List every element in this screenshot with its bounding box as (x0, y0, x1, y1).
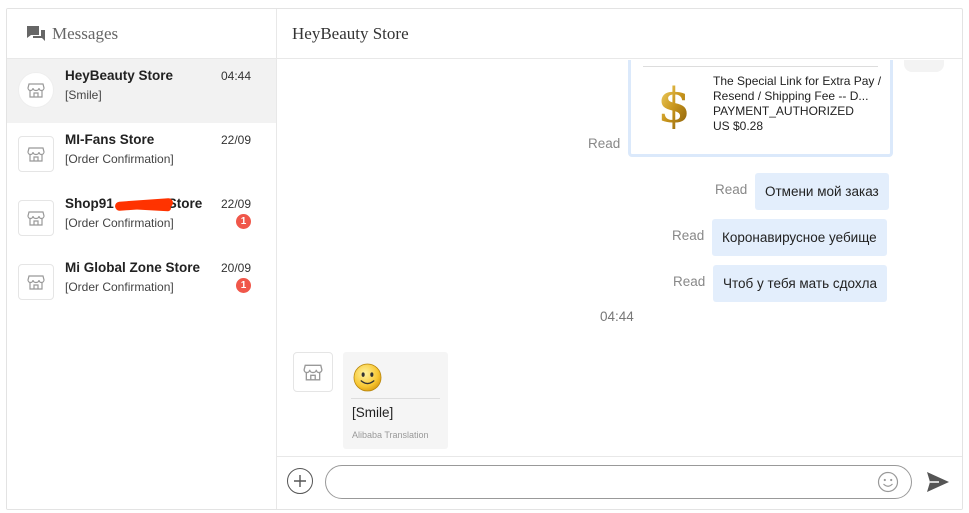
conversation-preview: [Order Confirmation] (65, 216, 174, 230)
send-icon[interactable] (925, 470, 951, 494)
store-avatar (293, 352, 333, 392)
conversation-item[interactable]: HeyBeauty Store 04:44 [Smile] (7, 59, 276, 123)
incoming-message-text: [Smile] (352, 405, 394, 420)
messenger-window: Messages HeyBeauty Store 04:44 [Smile] M… (6, 8, 963, 510)
read-receipt: Read (588, 136, 621, 151)
plus-icon (294, 475, 306, 487)
conversation-list: HeyBeauty Store 04:44 [Smile] MI-Fans St… (7, 59, 276, 315)
dollar-icon: $ (657, 78, 690, 130)
message-input[interactable] (325, 465, 912, 499)
chat-title: HeyBeauty Store (292, 23, 409, 43)
outgoing-message: Чтоб у тебя мать сдохла (713, 265, 887, 302)
add-attachment-button[interactable] (287, 468, 313, 494)
svg-text:$: $ (657, 78, 690, 130)
message-history[interactable]: Read $ The Special Link for Extra Pay / … (277, 60, 962, 456)
chat-header: HeyBeauty Store (277, 9, 962, 59)
read-receipt: Read (672, 228, 705, 243)
store-icon (27, 147, 45, 162)
order-price: US $0.28 (713, 119, 764, 133)
conversation-preview: [Order Confirmation] (65, 152, 174, 166)
store-icon (27, 83, 45, 98)
translation-label: Alibaba Translation (352, 430, 429, 440)
smile-emoji-icon (353, 363, 382, 392)
unread-badge: 1 (236, 278, 251, 293)
product-title[interactable]: The Special Link for Extra Pay / Resend … (713, 74, 883, 104)
incoming-message: [Smile] Alibaba Translation (343, 352, 448, 449)
store-avatar (18, 136, 54, 172)
messages-icon (27, 25, 45, 41)
conversation-time: 20/09 (220, 261, 251, 275)
conversation-item[interactable]: Mi Global Zone Store 20/09 [Order Confir… (7, 251, 276, 315)
message-input-bar (277, 456, 962, 509)
conversation-item[interactable]: Shop91 Store 22/09 [Order Confirmation] 1 (7, 187, 276, 251)
conversation-preview: [Smile] (65, 88, 102, 102)
conversation-time: 22/09 (220, 133, 251, 147)
conversation-preview: [Order Confirmation] (65, 280, 174, 294)
conversation-time: 22/09 (220, 197, 251, 211)
emoji-icon[interactable] (877, 471, 899, 493)
read-receipt: Read (715, 182, 748, 197)
unread-badge: 1 (236, 214, 251, 229)
card-divider (351, 398, 440, 399)
conversation-name: MI-Fans Store (65, 132, 155, 147)
card-divider (643, 66, 878, 67)
store-icon (27, 275, 45, 290)
order-status: PAYMENT_AUTHORIZED (713, 104, 854, 118)
store-icon (303, 364, 323, 381)
order-card[interactable]: $ The Special Link for Extra Pay / Resen… (628, 60, 893, 157)
conversation-name: Mi Global Zone Store (65, 260, 201, 275)
store-avatar (18, 72, 54, 108)
sidebar-header: Messages (7, 9, 276, 59)
time-separator: 04:44 (600, 309, 634, 324)
conversation-name-prefix: Shop91 (65, 196, 114, 211)
user-avatar (904, 60, 944, 72)
conversation-sidebar: Messages HeyBeauty Store 04:44 [Smile] M… (7, 9, 277, 509)
store-icon (27, 211, 45, 226)
store-avatar (18, 200, 54, 236)
outgoing-message: Отмени мой заказ (755, 173, 889, 210)
read-receipt: Read (673, 274, 706, 289)
sidebar-title: Messages (52, 23, 119, 43)
chat-panel: HeyBeauty Store Read $ The Special Link … (277, 9, 962, 509)
outgoing-message: Коронавирусное уебище (712, 219, 887, 256)
conversation-name: HeyBeauty Store (65, 68, 174, 83)
store-avatar (18, 264, 54, 300)
conversation-time: 04:44 (220, 69, 251, 83)
conversation-item[interactable]: MI-Fans Store 22/09 [Order Confirmation] (7, 123, 276, 187)
